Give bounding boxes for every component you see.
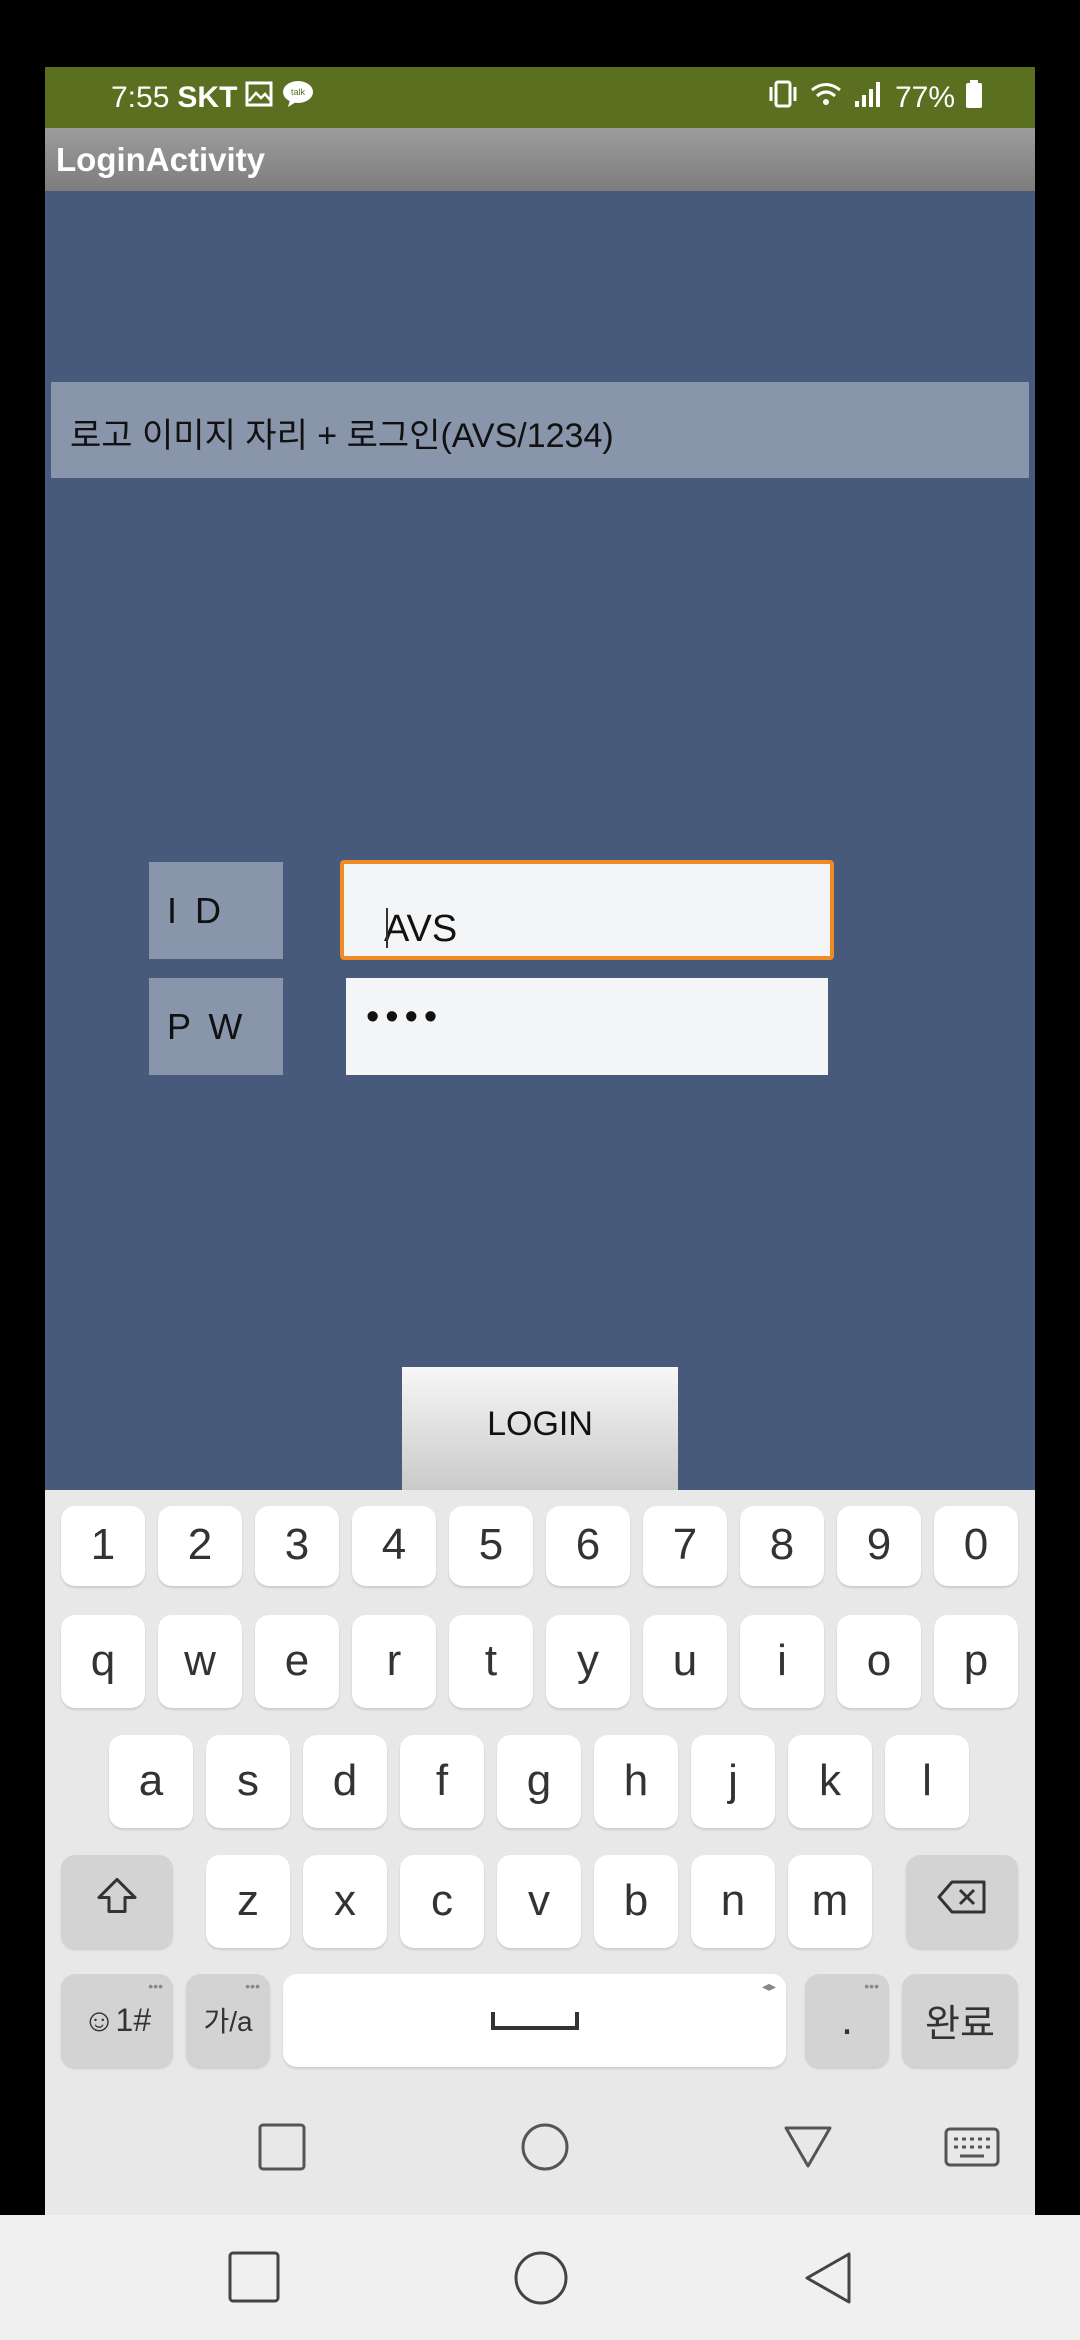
id-input-value: AVS <box>384 908 458 950</box>
hide-keyboard-icon[interactable] <box>782 2122 834 2172</box>
space-icon <box>283 1995 786 2045</box>
login-button-label: LOGIN <box>487 1405 593 1443</box>
back-button-icon[interactable] <box>803 2250 853 2306</box>
battery-icon <box>965 79 983 117</box>
key-m[interactable]: m <box>788 1855 872 1948</box>
key-l[interactable]: l <box>885 1735 969 1828</box>
password-input-value: •••• <box>366 996 444 1038</box>
key-7[interactable]: 7 <box>643 1506 727 1586</box>
id-label: I D <box>149 862 283 959</box>
backspace-icon <box>906 1876 1018 1926</box>
logo-placeholder-banner: 로고 이미지 자리 + 로그인(AVS/1234) <box>51 382 1029 478</box>
status-carrier: SKT <box>177 81 238 114</box>
key-g[interactable]: g <box>497 1735 581 1828</box>
password-input[interactable]: •••• <box>346 978 828 1075</box>
key-2[interactable]: 2 <box>158 1506 242 1586</box>
recent-apps-button-icon[interactable] <box>227 2250 281 2304</box>
key-n[interactable]: n <box>691 1855 775 1948</box>
banner-text: 로고 이미지 자리 + 로그인(AVS/1234) <box>70 417 614 455</box>
recent-apps-icon[interactable] <box>257 2122 307 2172</box>
login-button[interactable]: LOGIN <box>402 1367 678 1492</box>
status-time: 7:55 <box>111 81 170 114</box>
keyboard-switch-icon[interactable] <box>943 2126 1001 2168</box>
soft-keyboard: 1 2 3 4 5 6 7 8 9 0 q w e r t y u i o p … <box>45 1490 1035 2215</box>
keyboard-nav-bar <box>45 2090 1035 2200</box>
home-button-icon[interactable] <box>513 2250 569 2306</box>
gallery-icon <box>245 81 273 115</box>
key-o[interactable]: o <box>837 1615 921 1708</box>
status-bar: 7:55 SKT talk 77% <box>45 67 1035 128</box>
key-q[interactable]: q <box>61 1615 145 1708</box>
key-8[interactable]: 8 <box>740 1506 824 1586</box>
system-nav-bar <box>0 2215 1080 2340</box>
key-k[interactable]: k <box>788 1735 872 1828</box>
key-w[interactable]: w <box>158 1615 242 1708</box>
svg-text:talk: talk <box>291 87 306 97</box>
key-z[interactable]: z <box>206 1855 290 1948</box>
home-icon[interactable] <box>520 2122 570 2172</box>
key-x[interactable]: x <box>303 1855 387 1948</box>
battery-percent: 77% <box>894 81 955 114</box>
key-f[interactable]: f <box>400 1735 484 1828</box>
signal-icon <box>853 79 885 117</box>
key-c[interactable]: c <box>400 1855 484 1948</box>
key-e[interactable]: e <box>255 1615 339 1708</box>
key-s[interactable]: s <box>206 1735 290 1828</box>
key-6[interactable]: 6 <box>546 1506 630 1586</box>
key-4[interactable]: 4 <box>352 1506 436 1586</box>
text-caret <box>386 908 388 948</box>
key-0[interactable]: 0 <box>934 1506 1018 1586</box>
key-j[interactable]: j <box>691 1735 775 1828</box>
id-label-text: I D <box>167 890 226 931</box>
key-u[interactable]: u <box>643 1615 727 1708</box>
shift-icon <box>61 1875 173 1926</box>
space-key[interactable]: ◂▸ <box>283 1974 786 2067</box>
period-key[interactable]: . ••• <box>805 1974 889 2067</box>
chat-icon: talk <box>281 79 315 117</box>
key-h[interactable]: h <box>594 1735 678 1828</box>
key-v[interactable]: v <box>497 1855 581 1948</box>
emoji-symbol-key[interactable]: ☺1# ••• <box>61 1974 173 2067</box>
key-b[interactable]: b <box>594 1855 678 1948</box>
key-p[interactable]: p <box>934 1615 1018 1708</box>
key-9[interactable]: 9 <box>837 1506 921 1586</box>
pw-label: P W <box>149 978 283 1075</box>
pw-label-text: P W <box>167 1006 247 1047</box>
done-key[interactable]: 완료 <box>902 1974 1018 2067</box>
key-1[interactable]: 1 <box>61 1506 145 1586</box>
phone-screen: 7:55 SKT talk 77% LoginActivity 로고 이미지 자… <box>45 67 1035 2215</box>
shift-key[interactable] <box>61 1855 173 1948</box>
app-title: LoginActivity <box>56 141 266 178</box>
wifi-icon <box>809 79 843 117</box>
key-t[interactable]: t <box>449 1615 533 1708</box>
key-3[interactable]: 3 <box>255 1506 339 1586</box>
language-switch-key[interactable]: 가/a ••• <box>186 1974 270 2067</box>
app-bar: LoginActivity <box>45 128 1035 191</box>
key-d[interactable]: d <box>303 1735 387 1828</box>
key-i[interactable]: i <box>740 1615 824 1708</box>
key-a[interactable]: a <box>109 1735 193 1828</box>
key-r[interactable]: r <box>352 1615 436 1708</box>
backspace-key[interactable] <box>906 1855 1018 1948</box>
vibrate-icon <box>767 79 799 117</box>
key-y[interactable]: y <box>546 1615 630 1708</box>
id-input[interactable]: AVS <box>340 860 834 960</box>
key-5[interactable]: 5 <box>449 1506 533 1586</box>
